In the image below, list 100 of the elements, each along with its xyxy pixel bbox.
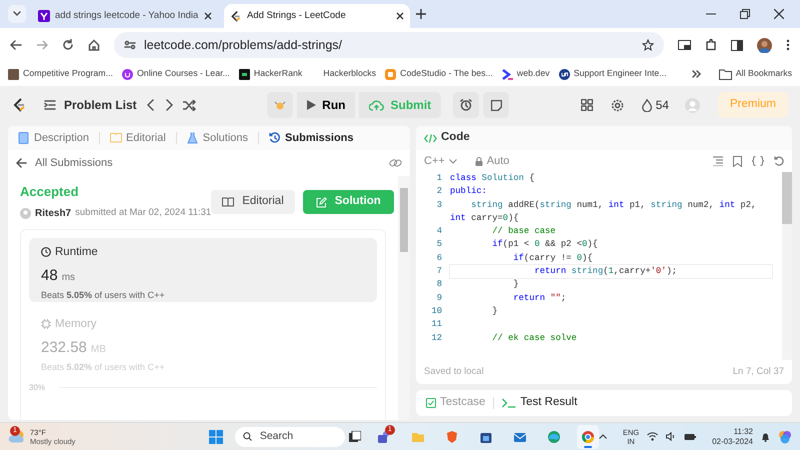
bookmark-link[interactable]: CodeStudio - The bes... [400, 67, 493, 81]
format-icon[interactable] [713, 156, 723, 166]
panel-title: Code [441, 130, 470, 146]
bookmark-favicon-icon [502, 68, 513, 80]
stat-value: 48 [41, 266, 58, 286]
browser-tab[interactable]: add strings leetcode - Yahoo India [32, 4, 218, 28]
play-icon [307, 100, 316, 110]
code-line[interactable]: class Solution { [450, 172, 772, 186]
code-line[interactable]: return ""; [450, 292, 772, 305]
flame-icon [642, 98, 652, 112]
reset-icon[interactable] [774, 156, 784, 166]
all-bookmarks-link[interactable]: All Bookmarks [736, 67, 792, 81]
panel-tab[interactable]: Description [16, 130, 92, 146]
stat-title: Memory [55, 316, 97, 332]
line-number: 12 [430, 332, 442, 345]
taskbar-app[interactable] [576, 424, 599, 448]
copilot-icon[interactable] [778, 430, 792, 444]
extensions-icon[interactable] [705, 39, 717, 51]
browser-tab[interactable]: Add Strings - LeetCode [224, 4, 410, 28]
mode-label[interactable]: Auto [486, 152, 510, 170]
bookmark-link[interactable]: Hackerblocks [323, 67, 376, 81]
panel-tab[interactable]: Solutions [184, 130, 250, 146]
bookmark-icon[interactable] [733, 156, 742, 166]
clock[interactable]: 11:32 02-03-2024 [712, 426, 753, 446]
scrollbar[interactable] [398, 176, 410, 420]
problem-list-link[interactable]: Problem List [64, 96, 137, 114]
picture-in-picture-icon[interactable] [678, 40, 691, 50]
close-icon[interactable] [396, 12, 404, 20]
speaker-icon[interactable] [666, 432, 676, 441]
lock-icon [474, 156, 483, 166]
new-tab-icon[interactable] [416, 9, 426, 19]
scrollbar[interactable] [782, 172, 792, 360]
language-dropdown[interactable]: C++ [424, 152, 457, 170]
panel-tab[interactable]: Editorial [108, 130, 168, 146]
chevron-up-icon[interactable] [598, 434, 607, 439]
site-info-icon[interactable] [124, 40, 136, 50]
line-number: 3 [436, 198, 442, 212]
reload-icon[interactable] [62, 39, 74, 51]
bookmark-favicon-icon [8, 68, 19, 80]
bug-icon [274, 99, 286, 111]
stat-card[interactable]: Runtime 48 ms Beats 5.05% of users with C++ [29, 238, 377, 302]
code-line[interactable]: if(p1 < 0 && p2 <0){ [450, 238, 772, 252]
bookmark-link[interactable]: Online Courses - Lear... [136, 67, 230, 81]
back-icon[interactable] [10, 39, 22, 51]
list-icon [44, 100, 56, 110]
bookmark-link[interactable]: web.dev [516, 67, 550, 81]
search-field[interactable]: Search [234, 426, 345, 446]
run-button[interactable]: Run [297, 92, 356, 118]
chip-icon [41, 319, 51, 330]
code-line[interactable]: // ek case solve [450, 332, 772, 345]
document-icon [18, 132, 30, 144]
leetcode-logo-icon[interactable] [12, 97, 26, 113]
tab-search-button[interactable] [8, 5, 26, 23]
home-icon[interactable] [88, 39, 100, 51]
settings-icon[interactable] [610, 98, 624, 112]
link-icon[interactable] [389, 158, 402, 168]
more-bookmarks-icon[interactable] [692, 70, 702, 78]
code-line[interactable]: string addRE(string num1, int p1, string num2, int p2, int carry=0){ [450, 198, 772, 226]
clock-icon [41, 247, 51, 258]
bookmark-link[interactable]: HackerRank [254, 67, 302, 81]
menu-icon[interactable] [786, 39, 790, 51]
panel-tab[interactable]: Submissions [267, 130, 356, 146]
panel-tab[interactable]: Test Result [502, 394, 578, 412]
favicon-icon [38, 10, 50, 22]
restore-icon[interactable] [740, 9, 750, 19]
shuffle-icon[interactable] [182, 100, 196, 110]
username-link[interactable]: Ritesh7 [35, 206, 72, 220]
notes-button[interactable] [483, 92, 510, 118]
editorial-button[interactable]: Editorial [211, 190, 295, 214]
bell-icon[interactable] [761, 432, 770, 442]
code-line[interactable]: if(carry != 0){ [450, 252, 772, 266]
side-panel-icon[interactable] [731, 40, 743, 50]
previous-icon[interactable] [146, 99, 155, 111]
all-submissions-link[interactable]: All Submissions [35, 154, 381, 172]
start-icon[interactable] [208, 430, 223, 444]
code-line[interactable]: // base case [450, 225, 772, 238]
address-bar[interactable]: leetcode.com/problems/add-strings/ [114, 32, 664, 58]
code-line[interactable]: return string(1,carry+'0'); [450, 265, 772, 278]
star-icon[interactable] [642, 39, 654, 51]
line-number: 5 [436, 238, 442, 252]
bookmark-link[interactable]: Competitive Program... [23, 67, 113, 81]
submission-status: Accepted [20, 183, 80, 201]
code-line[interactable]: } [450, 278, 772, 292]
line-number: 1 [436, 172, 442, 185]
next-icon[interactable] [164, 99, 173, 111]
close-icon[interactable] [204, 12, 212, 20]
wifi-icon[interactable] [647, 432, 658, 441]
avatar-icon[interactable] [757, 38, 772, 52]
close-icon[interactable] [774, 9, 784, 19]
braces-icon[interactable] [752, 156, 764, 166]
battery-icon[interactable] [684, 432, 696, 440]
code-line[interactable]: } [450, 304, 772, 318]
layout-grid-icon[interactable] [580, 99, 593, 111]
code-line[interactable]: public: [450, 185, 772, 199]
streak-count[interactable]: 54 [656, 96, 669, 114]
timer-button[interactable] [453, 92, 480, 118]
stat-unit: ms [62, 270, 76, 285]
bookmark-link[interactable]: Support Engineer Inte... [574, 67, 667, 81]
caret-icon [13, 11, 21, 17]
task-view-icon[interactable] [348, 431, 361, 442]
